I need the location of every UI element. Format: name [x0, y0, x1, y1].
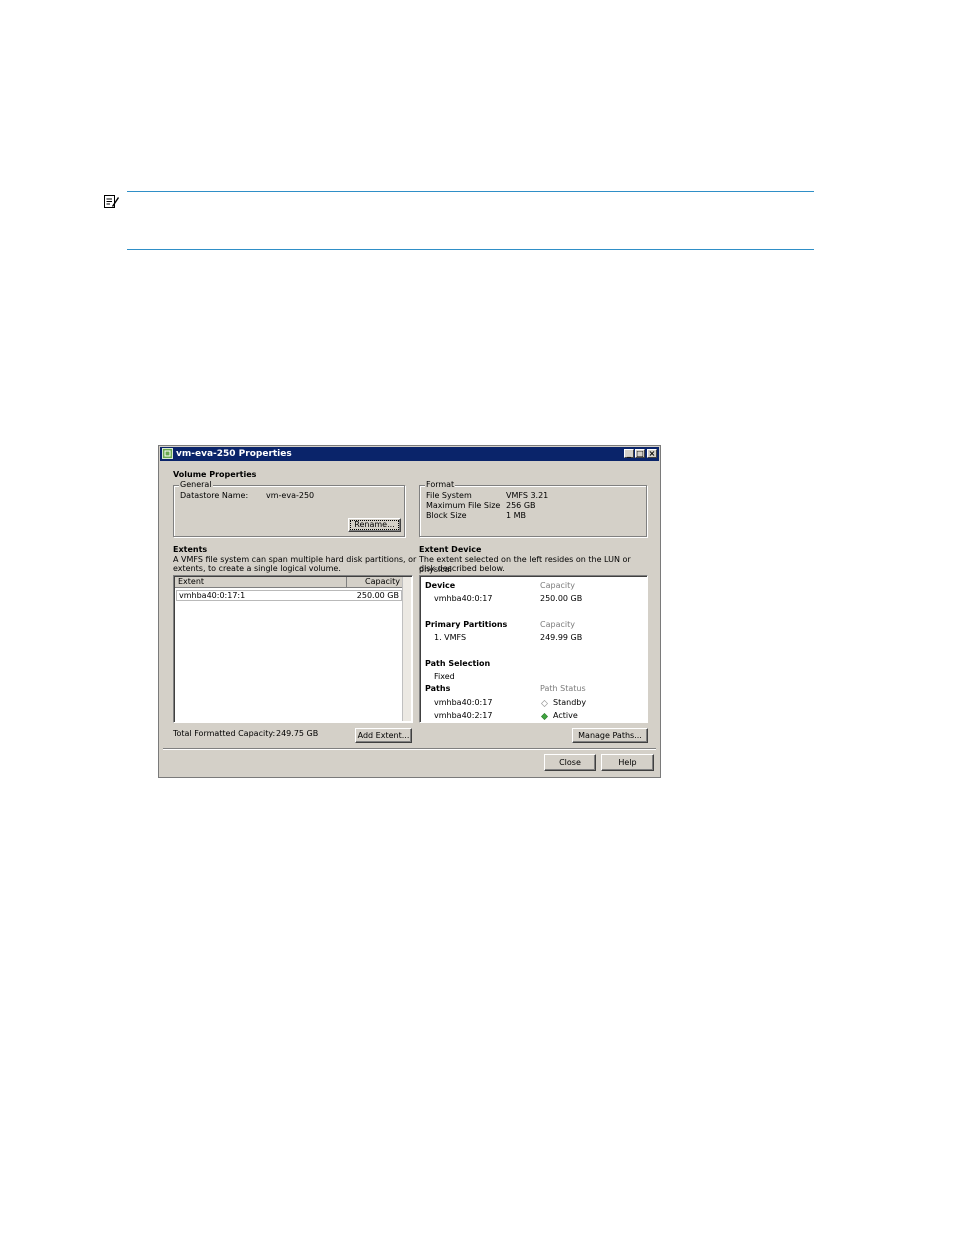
- general-group: General Datastore Name: vm-eva-250 Renam…: [173, 480, 405, 537]
- path-name: vmhba40:0:17: [434, 698, 493, 707]
- paths-label: Paths: [425, 684, 451, 693]
- rename-button[interactable]: Rename...: [348, 518, 401, 532]
- extents-list[interactable]: Extent Capacity vmhba40:0:17:1 250.00 GB: [173, 575, 413, 723]
- path-selection-label: Path Selection: [425, 659, 491, 668]
- window-title: vm-eva-250 Properties: [176, 449, 292, 459]
- partition-name: 1. VMFS: [434, 633, 467, 642]
- extent-device-panel: Device Capacity vmhba40:0:17 250.00 GB P…: [419, 575, 648, 723]
- extent-device-description-line2: disk described below.: [419, 564, 505, 573]
- maximize-button[interactable]: □: [635, 449, 645, 458]
- close-window-button[interactable]: ×: [647, 449, 657, 458]
- total-capacity-value: 249.75 GB: [276, 729, 319, 738]
- device-capacity: 250.00 GB: [540, 594, 583, 603]
- footer-separator: [163, 748, 656, 750]
- datastore-name-value: vm-eva-250: [266, 491, 315, 500]
- extents-scrollbar[interactable]: [402, 577, 411, 721]
- path-selection-value: Fixed: [434, 672, 455, 681]
- extent-device-heading: Extent Device: [419, 545, 482, 554]
- note-icon: [104, 195, 119, 208]
- capacity-column-header[interactable]: Capacity: [347, 577, 404, 588]
- active-status-icon: [541, 713, 548, 720]
- device-label: Device: [425, 581, 456, 590]
- manage-paths-button[interactable]: Manage Paths...: [572, 728, 648, 743]
- help-button[interactable]: Help: [601, 754, 654, 771]
- note-top-rule: [127, 191, 814, 192]
- add-extent-button[interactable]: Add Extent...: [355, 728, 412, 743]
- device-capacity-label: Capacity: [540, 581, 575, 590]
- general-legend: General: [179, 480, 213, 490]
- capacity-column-label: Capacity: [365, 577, 400, 586]
- volume-properties-heading: Volume Properties: [173, 470, 257, 479]
- partition-capacity: 249.99 GB: [540, 633, 583, 642]
- extents-heading: Extents: [173, 545, 208, 554]
- max-file-size-value: 256 GB: [506, 501, 536, 510]
- partition-capacity-label: Capacity: [540, 620, 575, 629]
- extents-description-line2: extents, to create a single logical volu…: [173, 564, 341, 573]
- block-size-label: Block Size: [426, 511, 467, 520]
- extent-cell: vmhba40:0:17:1: [179, 591, 246, 600]
- title-bar[interactable]: vm-eva-250 Properties _ □ ×: [160, 447, 659, 461]
- total-capacity-label: Total Formatted Capacity:: [173, 729, 276, 738]
- close-button[interactable]: Close: [544, 754, 596, 771]
- path-name: vmhba40:2:17: [434, 711, 493, 720]
- app-icon: [162, 448, 173, 459]
- standby-status-icon: [541, 700, 548, 707]
- path-status: Active: [553, 711, 578, 720]
- properties-dialog: vm-eva-250 Properties _ □ × Volume Prope…: [158, 445, 661, 778]
- max-file-size-label: Maximum File Size: [426, 501, 501, 510]
- primary-partitions-label: Primary Partitions: [425, 620, 508, 629]
- note-bottom-rule: [127, 249, 814, 250]
- path-status: Standby: [553, 698, 587, 707]
- file-system-value: VMFS 3.21: [506, 491, 549, 500]
- datastore-name-label: Datastore Name:: [180, 491, 249, 500]
- file-system-label: File System: [426, 491, 472, 500]
- path-status-label: Path Status: [540, 684, 586, 693]
- extent-column-header[interactable]: Extent: [175, 577, 347, 588]
- table-row[interactable]: vmhba40:0:17:1 250.00 GB: [176, 590, 402, 601]
- device-name: vmhba40:0:17: [434, 594, 493, 603]
- extent-capacity-cell: 250.00 GB: [356, 591, 399, 600]
- format-group: Format File System VMFS 3.21 Maximum Fil…: [419, 480, 647, 537]
- minimize-button[interactable]: _: [624, 449, 634, 458]
- format-legend: Format: [425, 480, 456, 490]
- block-size-value: 1 MB: [506, 511, 527, 520]
